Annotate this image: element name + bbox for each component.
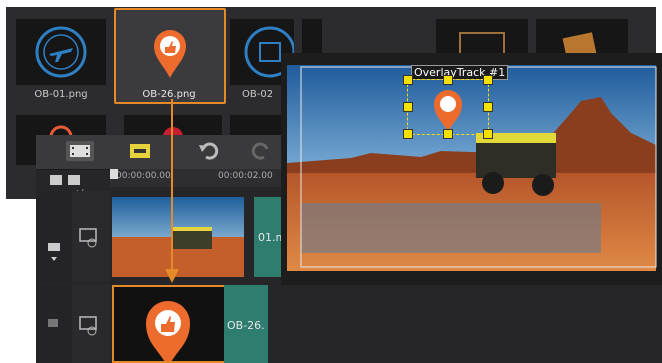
timeline-icon	[130, 144, 150, 158]
library-thumb-ob01[interactable]	[16, 19, 106, 85]
undo-icon	[199, 142, 219, 160]
overlay-track-icon	[79, 316, 97, 336]
overlay-track: OB-26.	[36, 285, 662, 363]
clip-name-label-track1[interactable]: 01.m	[254, 197, 286, 277]
resize-handle-top[interactable]	[443, 75, 453, 85]
lock-icon[interactable]	[36, 285, 72, 363]
drag-arrow-indicator	[165, 99, 179, 283]
resize-handle-bottom[interactable]	[443, 129, 453, 139]
track-header	[72, 191, 110, 281]
airplane-stamp-icon	[35, 26, 87, 78]
library-thumb-label: OB-02	[242, 89, 274, 100]
resize-handle-right[interactable]	[483, 102, 493, 112]
clip-name: OB-26.	[227, 319, 265, 332]
video-track-icon	[79, 228, 97, 248]
track-header	[72, 285, 110, 363]
track-manager-button[interactable]	[48, 173, 88, 189]
resize-handle-left[interactable]	[403, 102, 413, 112]
redo-button[interactable]	[250, 141, 274, 161]
ruler-mid-time: 00:00:02.00	[218, 171, 273, 181]
clip-name-label-track2[interactable]: OB-26.	[224, 285, 268, 363]
storyboard-view-button[interactable]	[66, 141, 94, 161]
track-manager-icon	[50, 175, 80, 185]
preview-window: OverlayTrack #1	[281, 53, 662, 285]
redo-icon	[251, 142, 269, 160]
map-pin-thumbs-up-icon	[154, 30, 186, 78]
playhead-marker[interactable]	[110, 169, 118, 179]
map-pin-thumbs-up-icon	[434, 90, 462, 132]
lock-icon[interactable]	[36, 191, 72, 281]
library-thumb-label: OB-01.png	[34, 89, 88, 100]
undo-button[interactable]	[196, 141, 220, 161]
track-side-controls	[36, 285, 73, 363]
resize-handle-top-right[interactable]	[483, 75, 493, 85]
overlay-bounding-box[interactable]	[407, 79, 489, 135]
overlay-track-label: OverlayTrack #1	[411, 65, 509, 80]
resize-handle-top-left[interactable]	[403, 75, 413, 85]
timeline-view-button[interactable]	[126, 141, 154, 161]
resize-handle-bottom-right[interactable]	[483, 129, 493, 139]
film-strip-icon	[70, 145, 90, 157]
track-side-controls	[36, 191, 73, 281]
resize-handle-bottom-left[interactable]	[403, 129, 413, 139]
